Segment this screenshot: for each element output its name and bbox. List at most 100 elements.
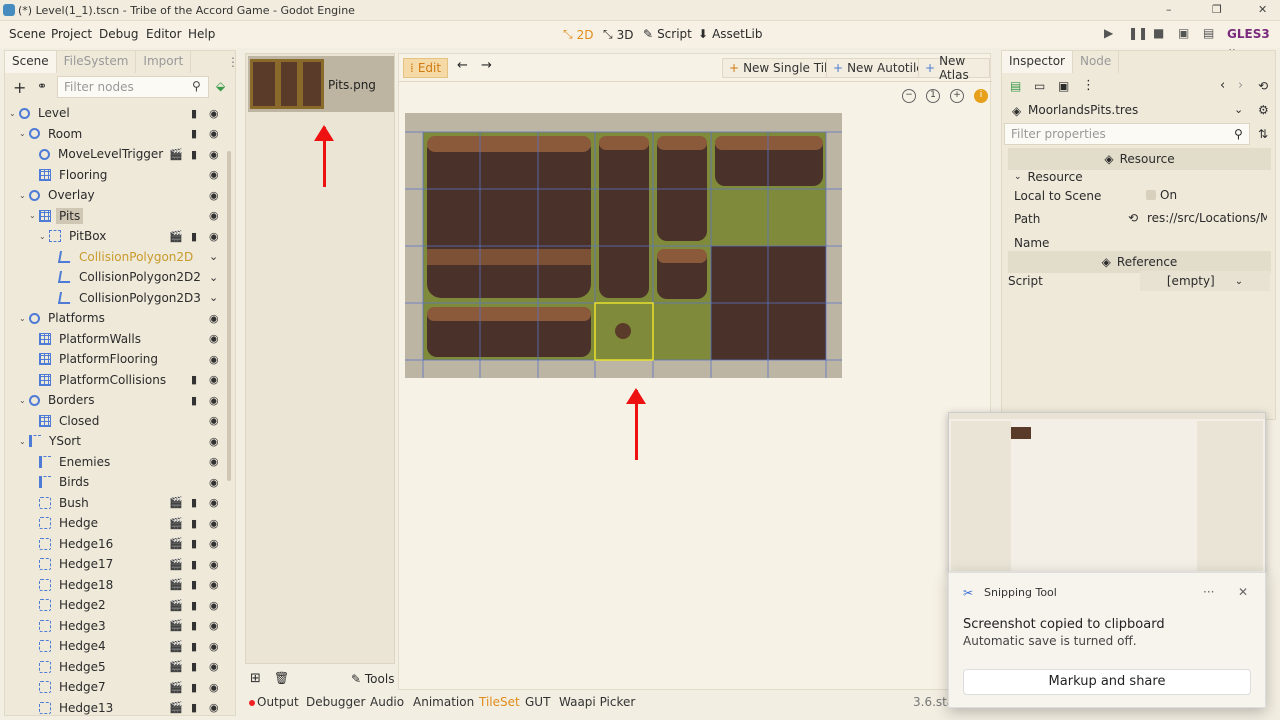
script-attached-icon[interactable]: ▮ — [191, 517, 197, 530]
workspace-2d-button[interactable]: ⤡ 2D — [563, 27, 593, 42]
tree-expand-icon[interactable]: ⌄ — [19, 314, 29, 323]
visibility-eye-icon[interactable]: ◉ — [209, 681, 219, 694]
tree-node-hedge17[interactable]: Hedge17 ◉ ▮ 🎬 — [9, 554, 227, 575]
zoom-out-icon[interactable]: − — [902, 89, 916, 103]
visibility-eye-icon[interactable]: ◉ — [209, 578, 219, 591]
tab-animation[interactable]: Animation — [413, 695, 474, 709]
script-attached-icon[interactable]: ▮ — [191, 599, 197, 612]
tree-expand-icon[interactable]: ⌄ — [39, 232, 49, 241]
chevron-down-icon[interactable]: ⌄ — [209, 250, 218, 263]
filter-properties-input[interactable]: Filter properties — [1004, 123, 1250, 145]
clapper-icon[interactable]: 🎬 — [169, 230, 183, 243]
script-attached-icon[interactable]: ▮ — [191, 640, 197, 653]
script-attached-icon[interactable]: ▮ — [191, 578, 197, 591]
menu-editor[interactable]: Editor — [146, 27, 182, 41]
chevron-down-icon[interactable]: ⌄ — [209, 271, 218, 284]
tree-expand-icon[interactable]: ⌄ — [19, 396, 29, 405]
visibility-eye-icon[interactable]: ◉ — [209, 312, 219, 325]
tree-node-borders[interactable]: ⌄ Borders ◉ ▮ — [9, 390, 227, 411]
path-value[interactable]: res://src/Locations/Mo — [1147, 211, 1267, 225]
chevron-down-icon[interactable]: ⌄ — [209, 291, 218, 304]
zoom-in-icon[interactable]: + — [950, 89, 964, 103]
tab-gut[interactable]: GUT — [525, 695, 550, 709]
revert-icon[interactable]: ⟲ — [1128, 211, 1138, 225]
new-resource-icon[interactable]: ▤ — [1010, 79, 1021, 93]
tab-tileset[interactable]: TileSet — [479, 695, 520, 709]
tab-import[interactable]: Import — [136, 51, 192, 73]
history-icon[interactable]: ⟲ — [1258, 79, 1268, 93]
local-to-scene-checkbox[interactable] — [1146, 190, 1156, 200]
visibility-eye-icon[interactable]: ◉ — [209, 455, 219, 468]
visibility-eye-icon[interactable]: ◉ — [209, 168, 219, 181]
dock-menu-icon[interactable]: ⋮ — [227, 55, 239, 69]
clapper-icon[interactable]: 🎬 — [169, 701, 183, 714]
visibility-eye-icon[interactable]: ◉ — [209, 332, 219, 345]
workspace-assetlib-button[interactable]: ⬇ AssetLib — [698, 27, 763, 41]
tree-node-platforms[interactable]: ⌄ Platforms ◉ — [9, 308, 227, 329]
next-arrow-icon[interactable]: → — [481, 58, 492, 73]
visibility-eye-icon[interactable]: ◉ — [209, 599, 219, 612]
visibility-eye-icon[interactable]: ◉ — [209, 537, 219, 550]
stop-icon[interactable]: ■ — [1153, 26, 1164, 40]
texture-list-item[interactable]: Pits.png — [248, 56, 394, 112]
tree-node-hedge13[interactable]: Hedge13 ◉ ▮ 🎬 — [9, 698, 227, 719]
visibility-eye-icon[interactable]: ◉ — [209, 619, 219, 632]
tree-node-hedge[interactable]: Hedge ◉ ▮ 🎬 — [9, 513, 227, 534]
clapper-icon[interactable]: 🎬 — [169, 619, 183, 632]
tree-expand-icon[interactable]: ⌄ — [19, 437, 29, 446]
menu-help[interactable]: Help — [188, 27, 215, 41]
new-single-tile-button[interactable]: + New Single Tile — [722, 58, 842, 78]
tree-node-room[interactable]: ⌄ Room ◉ ▮ — [9, 124, 227, 145]
play-scene-icon[interactable]: ▣ — [1178, 26, 1189, 40]
tab-scene[interactable]: Scene — [5, 51, 57, 73]
tree-node-moveleveltrigger[interactable]: MoveLevelTrigger ◉ ▮ 🎬 — [9, 144, 227, 165]
visibility-eye-icon[interactable]: ◉ — [209, 660, 219, 673]
tree-node-hedge7[interactable]: Hedge7 ◉ ▮ 🎬 — [9, 677, 227, 698]
tree-node-pitbox[interactable]: ⌄ PitBox ◉ ▮ 🎬 — [9, 226, 227, 247]
tab-debugger[interactable]: Debugger — [306, 695, 365, 709]
new-autotile-button[interactable]: + New Autotile — [826, 58, 931, 78]
visibility-eye-icon[interactable]: ◉ — [209, 517, 219, 530]
screenshot-preview[interactable] — [948, 412, 1266, 574]
menu-debug[interactable]: Debug — [99, 27, 138, 41]
script-attached-icon[interactable]: ▮ — [191, 394, 197, 407]
resource-file-name[interactable]: MoorlandsPits.tres — [1028, 103, 1138, 117]
visibility-eye-icon[interactable]: ◉ — [209, 558, 219, 571]
tab-filesystem[interactable]: FileSystem — [57, 51, 137, 73]
visibility-eye-icon[interactable]: ◉ — [209, 127, 219, 140]
history-back-icon[interactable]: ‹ — [1220, 78, 1225, 93]
instance-scene-icon[interactable]: ⬙ — [216, 79, 225, 93]
script-attached-icon[interactable]: ▮ — [191, 127, 197, 140]
prev-arrow-icon[interactable]: ← — [457, 58, 468, 73]
tab-node[interactable]: Node — [1073, 51, 1120, 73]
tab-inspector[interactable]: Inspector — [1002, 51, 1073, 73]
tree-node-hedge18[interactable]: Hedge18 ◉ ▮ 🎬 — [9, 575, 227, 596]
tree-node-birds[interactable]: Birds ◉ — [9, 472, 227, 493]
close-window-button[interactable]: ✕ — [1258, 3, 1267, 16]
visibility-eye-icon[interactable]: ◉ — [209, 640, 219, 653]
visibility-eye-icon[interactable]: ◉ — [209, 107, 219, 120]
clapper-icon[interactable]: 🎬 — [169, 496, 183, 509]
tree-node-hedge2[interactable]: Hedge2 ◉ ▮ 🎬 — [9, 595, 227, 616]
script-value-select[interactable]: [empty] ⌄ — [1140, 271, 1270, 291]
tab-output[interactable]: Output — [257, 695, 299, 709]
visibility-eye-icon[interactable]: ◉ — [209, 394, 219, 407]
clapper-icon[interactable]: 🎬 — [169, 681, 183, 694]
filter-options-icon[interactable]: ⇅ — [1258, 127, 1268, 141]
scene-tree-scrollbar[interactable] — [227, 151, 231, 481]
tab-waapi-picker[interactable]: Waapi Picker — [559, 695, 635, 709]
script-attached-icon[interactable]: ▮ — [191, 619, 197, 632]
tree-node-bush[interactable]: Bush ◉ ▮ 🎬 — [9, 493, 227, 514]
script-attached-icon[interactable]: ▮ — [191, 701, 197, 714]
script-attached-icon[interactable]: ▮ — [191, 373, 197, 386]
link-icon[interactable]: ⚭ — [37, 79, 47, 93]
visibility-eye-icon[interactable]: ◉ — [209, 189, 219, 202]
tree-node-flooring[interactable]: Flooring ◉ — [9, 165, 227, 186]
pause-icon[interactable]: ❚❚ — [1128, 26, 1148, 40]
tree-node-hedge5[interactable]: Hedge5 ◉ ▮ 🎬 — [9, 657, 227, 678]
script-attached-icon[interactable]: ▮ — [191, 660, 197, 673]
tree-node-ysort[interactable]: ⌄ YSort ◉ — [9, 431, 227, 452]
tree-node-platformcollisions[interactable]: PlatformCollisions ◉ ▮ — [9, 370, 227, 391]
clapper-icon[interactable]: 🎬 — [169, 558, 183, 571]
visibility-eye-icon[interactable]: ◉ — [209, 496, 219, 509]
